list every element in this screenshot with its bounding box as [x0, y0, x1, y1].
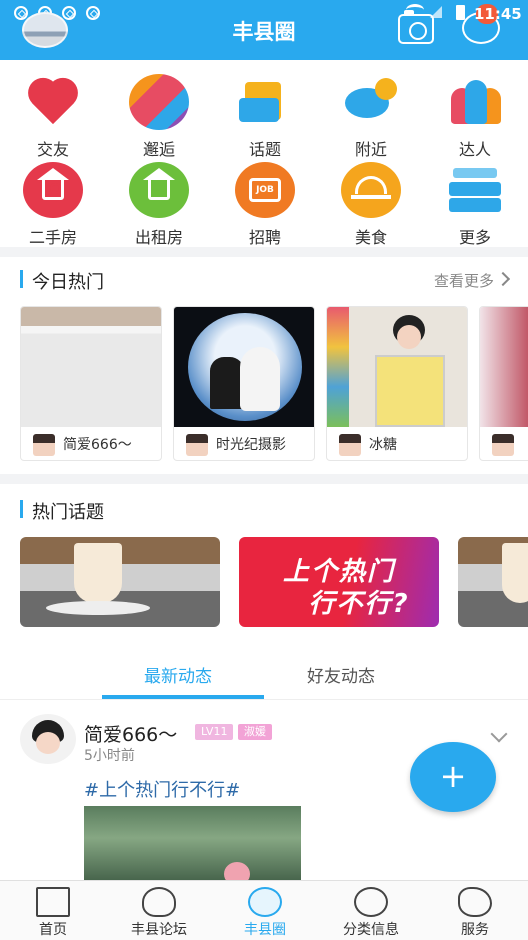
- banner-text: 行不行?: [308, 589, 410, 619]
- nav-classifieds[interactable]: 分类信息: [318, 881, 424, 940]
- avatar: [492, 434, 514, 456]
- category-grid: 交友 邂逅 话题 附近 达人 二手房 出租房 JOB 招聘 美食 更多: [0, 60, 528, 247]
- love-icon: [129, 74, 189, 130]
- category-topics[interactable]: 话题: [212, 68, 318, 159]
- camera-icon[interactable]: [398, 10, 434, 44]
- topic-banner[interactable]: [458, 537, 528, 627]
- header: 丰县圈 11:45: [0, 0, 528, 60]
- job-text: JOB: [249, 178, 281, 202]
- category-experts[interactable]: 达人: [422, 68, 528, 159]
- post-time: 5小时前: [84, 748, 135, 764]
- post-image[interactable]: [84, 806, 301, 886]
- category-nearby[interactable]: 附近: [318, 68, 424, 159]
- plus-icon: +: [439, 757, 467, 795]
- category-encounter[interactable]: 邂逅: [106, 68, 212, 159]
- hot-card-image: [174, 307, 314, 427]
- topic-icon: [235, 74, 295, 130]
- section-title: 今日热门: [32, 272, 104, 293]
- nav-label: 分类信息: [343, 922, 399, 938]
- bottom-nav: 首页 丰县论坛 丰县圈 分类信息 服务: [0, 880, 528, 940]
- home-icon: [36, 887, 70, 917]
- hot-card-image: [480, 307, 528, 427]
- more-stack-icon: [445, 162, 505, 218]
- nav-label: 服务: [461, 922, 489, 938]
- nav-label: 首页: [39, 922, 67, 938]
- rocket-icon: [458, 887, 492, 917]
- section-accent: [20, 270, 23, 288]
- tab-indicator: [102, 695, 264, 699]
- category-friends[interactable]: 交友: [0, 68, 106, 159]
- feed-tabs: 最新动态 好友动态: [0, 650, 528, 700]
- hot-card-image: [21, 307, 161, 427]
- job-bag-icon: JOB: [235, 162, 295, 218]
- category-food[interactable]: 美食: [318, 156, 424, 247]
- category-more[interactable]: 更多: [422, 156, 528, 247]
- nav-home[interactable]: 首页: [0, 881, 106, 940]
- page-title: 丰县圈: [232, 20, 296, 44]
- category-rental[interactable]: 出租房: [106, 156, 212, 247]
- grid-icon: [354, 887, 388, 917]
- house-icon: [129, 162, 189, 218]
- topic-banner[interactable]: 上个热门 行不行?: [239, 537, 439, 627]
- hot-card-image: [327, 307, 467, 427]
- hot-card-author: 冰糖: [369, 437, 397, 453]
- section-accent: [20, 500, 23, 518]
- today-hot-header: 今日热门 查看更多: [0, 258, 528, 298]
- avatar: [339, 434, 361, 456]
- category-second-hand-house[interactable]: 二手房: [0, 156, 106, 247]
- food-cover-icon: [341, 162, 401, 218]
- nav-circle[interactable]: 丰县圈: [212, 881, 318, 940]
- category-label: 更多: [458, 228, 491, 247]
- status-time: 11:45: [474, 5, 522, 23]
- add-post-button[interactable]: +: [410, 742, 496, 812]
- category-label: 美食: [354, 228, 387, 247]
- avatar: [33, 434, 55, 456]
- post-avatar[interactable]: [20, 714, 76, 764]
- forum-icon: [142, 887, 176, 917]
- house-icon: [23, 162, 83, 218]
- hot-card[interactable]: 时光纪摄影: [173, 306, 315, 461]
- post-author[interactable]: 简爱666～: [84, 720, 177, 747]
- level-badge: LV11: [195, 724, 234, 740]
- nav-label: 丰县论坛: [131, 922, 187, 938]
- people-icon: [445, 74, 505, 130]
- battery-icon: [456, 5, 465, 20]
- hot-card-author: 简爱666～: [63, 437, 132, 453]
- category-jobs[interactable]: JOB 招聘: [212, 156, 318, 247]
- tab-latest[interactable]: 最新动态: [144, 662, 212, 687]
- nav-forum[interactable]: 丰县论坛: [106, 881, 212, 940]
- post-hashtag[interactable]: #上个热门行不行#: [84, 776, 240, 802]
- section-title: 热门话题: [32, 502, 104, 523]
- hot-card[interactable]: 简爱666～: [20, 306, 162, 461]
- circle-eye-icon: [248, 887, 282, 917]
- nearby-icon: [341, 74, 401, 130]
- topic-banner[interactable]: [20, 537, 220, 627]
- divider: [0, 474, 528, 484]
- hot-card-author: 时光纪摄影: [216, 437, 286, 453]
- category-label: 二手房: [28, 228, 77, 247]
- tab-friends[interactable]: 好友动态: [307, 662, 375, 687]
- nav-label: 丰县圈: [244, 922, 286, 938]
- nav-service[interactable]: 服务: [422, 881, 528, 940]
- see-more-link[interactable]: 查看更多: [434, 270, 494, 291]
- hot-card[interactable]: 冰糖: [326, 306, 468, 461]
- category-label: 出租房: [134, 228, 183, 247]
- avatar: [186, 434, 208, 456]
- category-label: 招聘: [248, 228, 281, 247]
- hot-topics-header: 热门话题: [0, 488, 528, 528]
- hearts-icon: [23, 74, 83, 130]
- title-badge: 淑媛: [238, 724, 272, 740]
- divider: [0, 247, 528, 257]
- chevron-down-icon[interactable]: [490, 725, 508, 743]
- chevron-right-icon[interactable]: [495, 271, 511, 287]
- hot-card[interactable]: [479, 306, 528, 461]
